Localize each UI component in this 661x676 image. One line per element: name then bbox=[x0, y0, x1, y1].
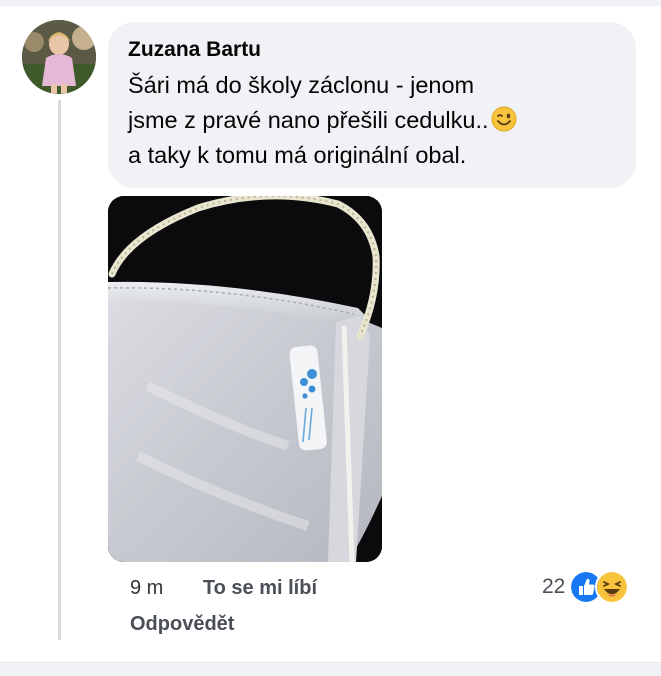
author-name[interactable]: Zuzana Bartu bbox=[128, 36, 616, 64]
like-button[interactable]: To se mi líbí bbox=[203, 577, 317, 599]
top-divider bbox=[0, 0, 661, 6]
reply-button[interactable]: Odpovědět bbox=[130, 610, 234, 638]
comment-photo[interactable] bbox=[108, 196, 382, 562]
haha-icon bbox=[595, 570, 630, 604]
comment-actions: 9 m To se mi líbí bbox=[130, 574, 317, 602]
avatar[interactable] bbox=[22, 20, 96, 94]
bottom-divider bbox=[0, 662, 661, 676]
winking-face-icon bbox=[491, 106, 517, 132]
comment-text-line-3: a taky k tomu má originální obal. bbox=[128, 142, 467, 168]
comment-text-line-1: Šári má do školy záclonu - jenom bbox=[128, 72, 475, 98]
thread-line bbox=[58, 100, 61, 640]
comment-bubble: Zuzana Bartu Šári má do školy záclonu - … bbox=[108, 22, 636, 188]
comment-time[interactable]: 9 m bbox=[130, 577, 163, 599]
reactions-summary[interactable]: 22 bbox=[542, 570, 630, 604]
comment-text-line-2-text: jsme z pravé nano přešili cedulku.. bbox=[128, 107, 489, 133]
comment-text: Šári má do školy záclonu - jenom jsme z … bbox=[128, 68, 616, 173]
comment-text-line-2: jsme z pravé nano přešili cedulku.. bbox=[128, 103, 616, 138]
reaction-count: 22 bbox=[542, 575, 566, 598]
